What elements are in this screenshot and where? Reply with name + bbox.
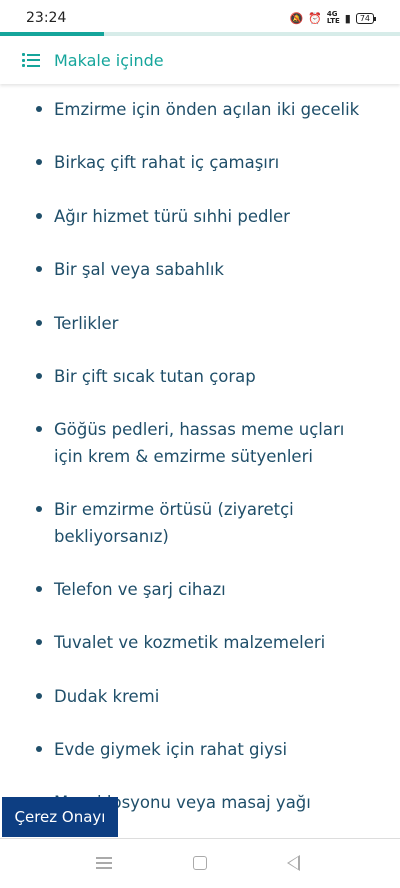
mute-icon: 🔕	[289, 11, 304, 25]
toc-title: Makale içinde	[54, 50, 164, 70]
back-icon[interactable]	[287, 855, 300, 871]
menu-icon[interactable]	[96, 857, 112, 869]
battery-level: 74	[359, 13, 370, 23]
list-item-text: Tuvalet ve kozmetik malzemeleri	[54, 633, 326, 652]
bullet-icon	[36, 506, 42, 512]
system-nav-bar	[0, 838, 400, 888]
network-icon: 4G LTE	[327, 11, 340, 25]
table-of-contents-header[interactable]: Makale içinde	[0, 36, 400, 84]
lte-label: LTE	[326, 17, 340, 25]
bullet-icon	[36, 320, 42, 326]
status-icons: 🔕 ⏰ 4G LTE ▮ 74	[289, 11, 377, 25]
list-item-text: Ağır hizmet türü sıhhi pedler	[54, 207, 290, 226]
list-item-text: Dudak kremi	[54, 687, 160, 706]
battery-icon: 74	[355, 12, 377, 24]
list-item-text: Bir çift sıcak tutan çorap	[54, 367, 256, 386]
list-item-text: Terlikler	[54, 314, 119, 333]
home-icon[interactable]	[193, 856, 207, 870]
status-time: 23:24	[26, 10, 67, 26]
bullet-icon	[36, 106, 42, 112]
list-item-text: Emzirme için önden açılan iki gecelik	[54, 100, 360, 119]
bullet-icon	[36, 426, 42, 432]
bullet-icon	[36, 639, 42, 645]
cookie-consent-button[interactable]: Çerez Onayı	[2, 797, 118, 837]
list-item-text: Evde giymek için rahat giysi	[54, 740, 288, 759]
status-bar: 23:24 🔕 ⏰ 4G LTE ▮ 74	[0, 0, 400, 32]
list-item-text: Göğüs pedleri, hassas meme uçları için k…	[54, 420, 345, 466]
bullet-icon	[36, 693, 42, 699]
list-item-text: Bir emzirme örtüsü (ziyaretçi bekliyorsa…	[54, 500, 294, 546]
bullet-icon	[36, 586, 42, 592]
alarm-icon: ⏰	[308, 11, 322, 25]
list-item-text: Bir şal veya sabahlık	[54, 260, 224, 279]
list-icon	[22, 53, 40, 67]
bullet-icon	[36, 746, 42, 752]
bullet-icon	[36, 213, 42, 219]
bullet-icon	[36, 373, 42, 379]
bullet-icon	[36, 159, 42, 165]
list-item-text: Birkaç çift rahat iç çamaşırı	[54, 153, 280, 172]
bullet-icon	[36, 266, 42, 272]
signal-icon: ▮	[344, 11, 351, 25]
list-item-text: Telefon ve şarj cihazı	[54, 580, 226, 599]
